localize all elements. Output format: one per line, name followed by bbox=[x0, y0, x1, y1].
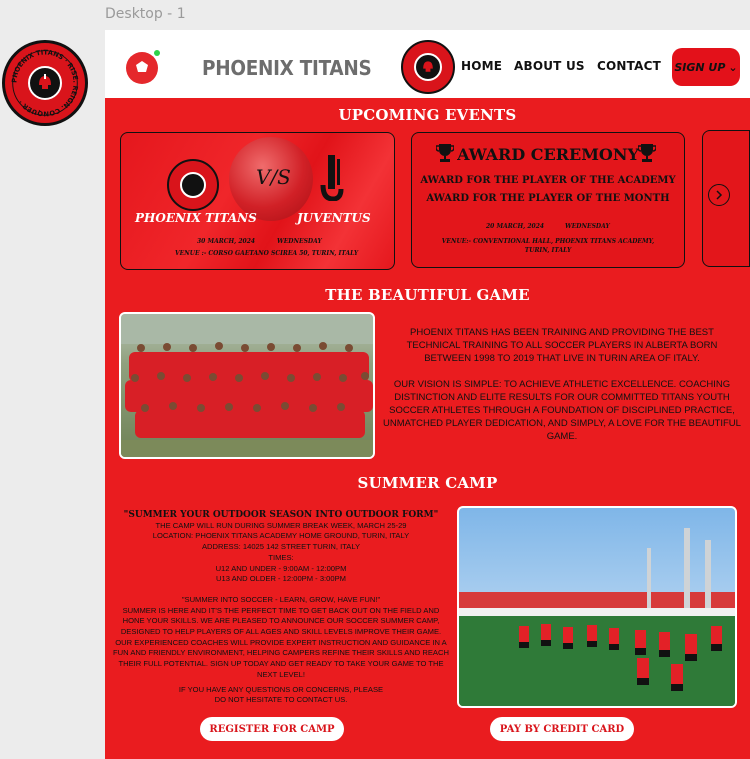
canvas-label: Desktop - 1 bbox=[105, 6, 186, 22]
soccer-ball-icon[interactable] bbox=[125, 49, 161, 85]
camp-training-photo bbox=[457, 506, 737, 708]
spartan-helmet-icon bbox=[414, 53, 442, 81]
event-card-award[interactable]: AWARD CEREMONY AWARD FOR THE PLAYER OF T… bbox=[411, 132, 685, 268]
register-camp-button[interactable]: REGISTER FOR CAMP bbox=[200, 717, 344, 741]
club-crest-logo: PHOENIX TITANS · RISE. REIGN. CONQUER · bbox=[2, 40, 88, 126]
nav-home[interactable]: HOME bbox=[461, 59, 502, 73]
game-paragraph-vision: OUR VISION IS SIMPLE: TO ACHIEVE ATHLETI… bbox=[383, 379, 741, 442]
award-day: WEDNESDAY bbox=[565, 223, 610, 230]
crest-ring: PHOENIX TITANS · RISE. REIGN. CONQUER · bbox=[10, 48, 79, 117]
camp-detail-line: TIMES: bbox=[268, 552, 294, 562]
event-card-match[interactable]: V/S PHOENIX TITANS JUVENTUS 30 MARCH, 20… bbox=[120, 132, 395, 270]
camp-headline: "SUMMER YOUR OUTDOOR SEASON INTO OUTDOOR… bbox=[123, 510, 439, 520]
camp-body: SUMMER IS HERE AND IT'S THE PERFECT TIME… bbox=[113, 605, 449, 679]
home-team-name: PHOENIX TITANS bbox=[135, 211, 257, 225]
brand-name[interactable]: PHOENIX TITANS bbox=[202, 56, 372, 80]
team-group-photo bbox=[119, 312, 375, 459]
chevron-right-icon bbox=[716, 190, 723, 200]
camp-detail-line: U12 AND UNDER - 9:00AM - 12:00PM bbox=[215, 563, 347, 573]
game-title: THE BEAUTIFUL GAME bbox=[325, 286, 530, 304]
events-title: UPCOMING EVENTS bbox=[338, 106, 517, 124]
carousel-next-button[interactable] bbox=[708, 184, 730, 206]
signup-label: SIGN UP bbox=[674, 60, 726, 74]
match-venue: VENUE :- CORSO GAETANO SCIREA 50, TURIN,… bbox=[175, 250, 359, 257]
team-photo-graphic bbox=[121, 314, 373, 457]
camp-detail-line: U13 AND OLDER - 12:00PM - 3:00PM bbox=[216, 574, 346, 584]
svg-text:PHOENIX TITANS · RISE. REIGN.: PHOENIX TITANS · RISE. REIGN. CONQUER · bbox=[10, 48, 79, 117]
signup-button[interactable]: SIGN UP ⌄ bbox=[672, 48, 740, 86]
juventus-logo-icon bbox=[320, 155, 344, 201]
camp-contact-note: IF YOU HAVE ANY QUESTIONS OR CONCERNS, P… bbox=[178, 684, 384, 705]
desktop-frame: PHOENIX TITANS HOME ABOUT US CONTACT SIG… bbox=[105, 30, 750, 759]
match-day: WEDNESDAY bbox=[277, 238, 322, 245]
main-content: UPCOMING EVENTS V/S PHOENIX TITANS JUVEN… bbox=[105, 98, 750, 759]
away-team-name: JUVENTUS bbox=[297, 211, 371, 225]
phoenix-titans-logo bbox=[167, 159, 219, 211]
award-venue: VENUE:- CONVENTIONAL HALL, PHOENIX TITAN… bbox=[441, 238, 655, 254]
training-photo-graphic bbox=[459, 528, 735, 706]
match-date: 30 MARCH, 2024 bbox=[197, 238, 256, 245]
game-paragraph-history: PHOENIX TITANS HAS BEEN TRAINING AND PRO… bbox=[406, 327, 718, 364]
award-date: 20 MARCH, 2024 bbox=[486, 223, 545, 230]
camp-title: SUMMER CAMP bbox=[357, 474, 498, 492]
camp-tagline: "SUMMER INTO SOCCER - LEARN, GROW, HAVE … bbox=[181, 594, 381, 604]
pay-credit-card-button[interactable]: PAY BY CREDIT CARD bbox=[490, 717, 634, 741]
nav-contact[interactable]: CONTACT bbox=[597, 59, 661, 73]
chevron-down-icon: ⌄ bbox=[728, 60, 738, 74]
award-line-month: AWARD FOR THE PLAYER OF THE MONTH bbox=[426, 193, 670, 204]
versus-label: V/S bbox=[256, 165, 291, 189]
camp-detail-line: THE CAMP WILL RUN DURING SUMMER BREAK WE… bbox=[155, 520, 407, 530]
trophy-icon bbox=[638, 144, 656, 162]
camp-detail-line: ADDRESS: 14025 142 STREET TURIN, ITALY bbox=[201, 542, 361, 552]
site-header: PHOENIX TITANS HOME ABOUT US CONTACT SIG… bbox=[105, 30, 750, 98]
nav-about-us[interactable]: ABOUT US bbox=[514, 59, 585, 73]
spartan-helmet-icon bbox=[180, 172, 206, 198]
header-crest-logo[interactable] bbox=[401, 40, 455, 94]
game-description: PHOENIX TITANS HAS BEEN TRAINING AND PRO… bbox=[382, 326, 742, 443]
camp-description: "SUMMER YOUR OUTDOOR SEASON INTO OUTDOOR… bbox=[113, 510, 449, 706]
award-line-academy: AWARD FOR THE PLAYER OF THE ACADEMY bbox=[420, 175, 676, 186]
camp-detail-line: LOCATION: PHOENIX TITANS ACADEMY HOME GR… bbox=[152, 531, 410, 541]
